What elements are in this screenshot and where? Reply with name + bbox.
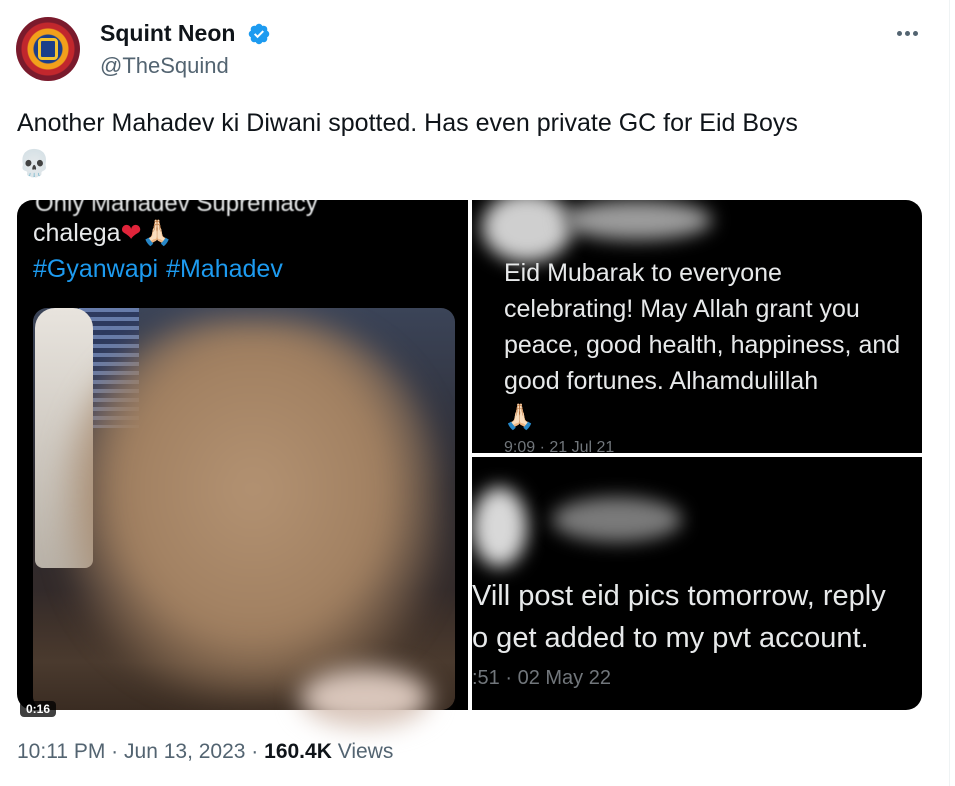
more-options-icon[interactable] bbox=[890, 22, 924, 44]
eid-post-body: Eid Mubarak to everyone celebrating! May… bbox=[504, 259, 901, 395]
media-top-right-screenshot[interactable]: Eid Mubarak to everyone celebrating! May… bbox=[472, 200, 922, 453]
pvt-post-line-2: o get added to my pvt account. bbox=[472, 622, 869, 654]
column-border bbox=[949, 0, 950, 786]
redacted-avatar bbox=[482, 200, 572, 262]
verified-badge-icon bbox=[248, 23, 270, 45]
blurred-video-thumbnail[interactable] bbox=[33, 308, 455, 710]
folded-hands-emoji: 🙏🏻 bbox=[504, 403, 536, 431]
media-left-screenshot[interactable]: Only Mahadev Supremacy chalega❤🙏🏻 #Gyanw… bbox=[17, 200, 468, 710]
video-duration-badge: 0:16 bbox=[20, 701, 57, 717]
post-text-word: chalega bbox=[33, 219, 121, 247]
redacted-avatar bbox=[472, 487, 527, 567]
meta-separator: · bbox=[251, 740, 259, 763]
post-text-line: chalega❤🙏🏻 bbox=[33, 217, 173, 249]
eid-post-timestamp: 9:09 · 21 Jul 21 bbox=[504, 440, 615, 453]
redacted-name bbox=[552, 497, 682, 542]
views-label: Views bbox=[337, 740, 394, 763]
folded-hands-emoji: 🙏🏻 bbox=[141, 219, 173, 247]
pvt-post-line-1: Vill post eid pics tomorrow, reply bbox=[472, 580, 886, 612]
tweet-date[interactable]: Jun 13, 2023 bbox=[124, 740, 245, 763]
pvt-post-text: Vill post eid pics tomorrow, reply o get… bbox=[472, 575, 886, 659]
eid-post-text: Eid Mubarak to everyone celebrating! May… bbox=[504, 255, 914, 435]
hashtag-gyanwapi[interactable]: #Gyanwapi bbox=[33, 255, 158, 283]
tweet-text: Another Mahadev ki Diwani spotted. Has e… bbox=[17, 109, 798, 137]
hashtag-mahadev[interactable]: #Mahadev bbox=[166, 255, 283, 283]
blurred-content bbox=[63, 318, 443, 698]
author-handle[interactable]: @TheSquind bbox=[100, 53, 229, 79]
cut-off-text-line: Only Mahadev Supremacy bbox=[35, 200, 318, 217]
media-bottom-right-screenshot[interactable]: Vill post eid pics tomorrow, reply o get… bbox=[472, 457, 922, 710]
skull-emoji: 💀 bbox=[18, 148, 51, 178]
views-count: 160.4K bbox=[264, 740, 332, 763]
hashtags: #Gyanwapi #Mahadev bbox=[33, 253, 291, 285]
media-grid[interactable]: Only Mahadev Supremacy chalega❤🙏🏻 #Gyanw… bbox=[17, 200, 922, 710]
tweet-meta: 10:11 PM · Jun 13, 2023 · 160.4K Views bbox=[17, 738, 393, 766]
meta-separator: · bbox=[111, 740, 119, 763]
avatar[interactable] bbox=[16, 17, 80, 81]
avatar-logo-icon bbox=[38, 38, 58, 60]
author-display-name[interactable]: Squint Neon bbox=[100, 19, 235, 47]
pvt-post-timestamp: :51 · 02 May 22 bbox=[472, 667, 611, 689]
blurred-overlay bbox=[300, 668, 430, 728]
redacted-name bbox=[562, 200, 712, 240]
heart-emoji: ❤ bbox=[120, 219, 142, 247]
tweet-time[interactable]: 10:11 PM bbox=[17, 740, 105, 763]
